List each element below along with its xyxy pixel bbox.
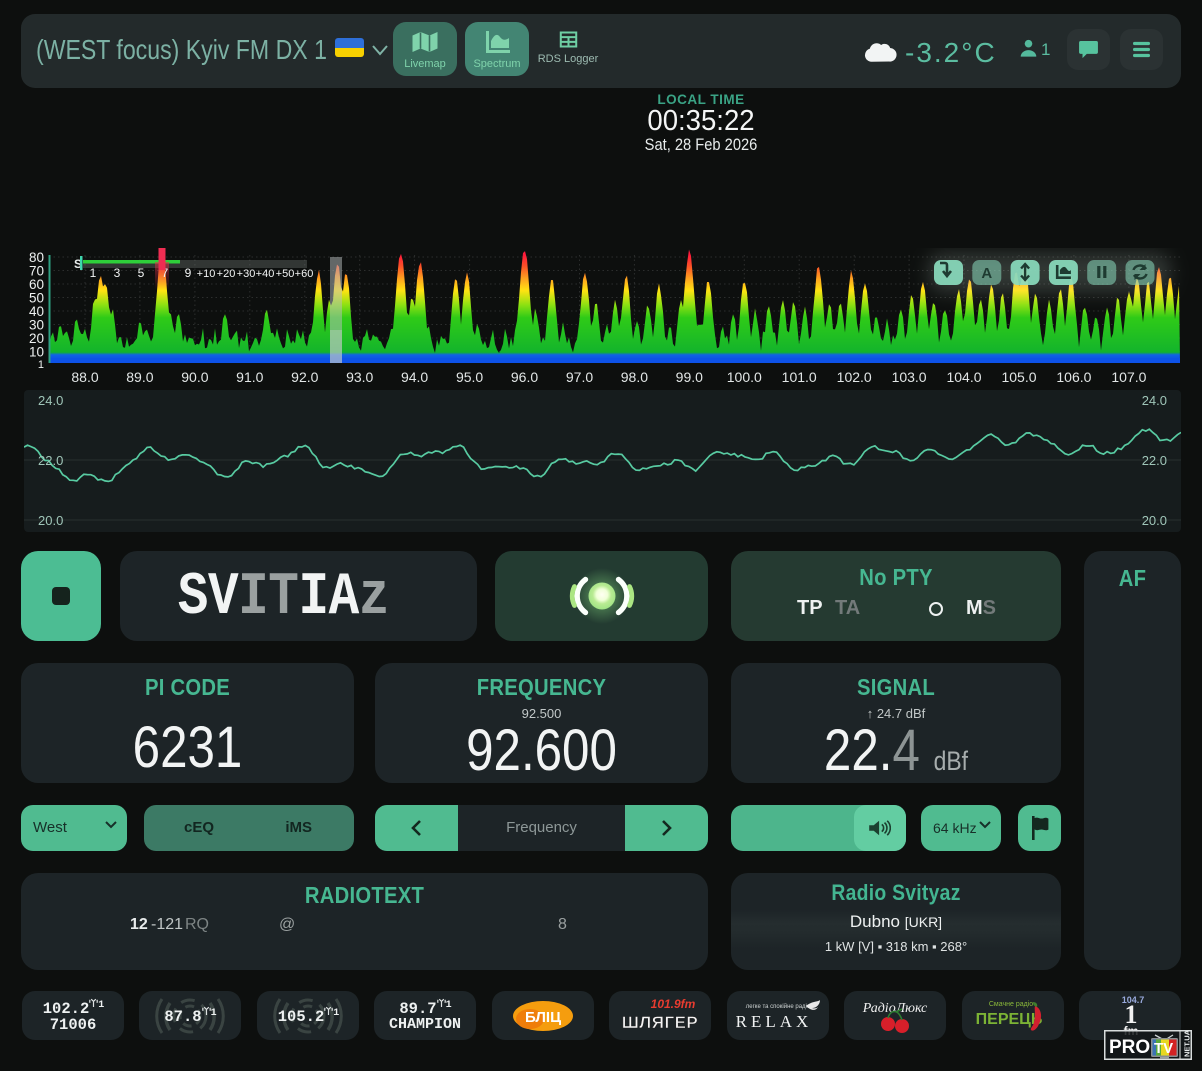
svg-text:101.0: 101.0: [782, 369, 817, 385]
svg-text:97.0: 97.0: [566, 369, 593, 385]
svg-text:RELAX: RELAX: [736, 1012, 813, 1031]
svg-text:Смачне радіо: Смачне радіо: [989, 1000, 1033, 1008]
svg-text:+30: +30: [237, 268, 256, 280]
svg-text:100.0: 100.0: [727, 369, 762, 385]
svg-text:+20: +20: [217, 268, 236, 280]
svg-text:22.0: 22.0: [1142, 453, 1167, 468]
svg-text:РадіоЛюкс: РадіоЛюкс: [862, 1001, 928, 1016]
svg-text:24.0: 24.0: [1142, 393, 1167, 408]
svg-text:96.0: 96.0: [511, 369, 538, 385]
svg-text:101.9fm: 101.9fm: [651, 997, 696, 1011]
svg-text:104.0: 104.0: [946, 369, 981, 385]
svg-text:95.0: 95.0: [456, 369, 483, 385]
svg-text:94.0: 94.0: [401, 369, 428, 385]
svg-text:NET.UA: NET.UA: [1183, 1030, 1192, 1057]
svg-text:ШЛЯГЕР: ШЛЯГЕР: [622, 1013, 699, 1032]
svg-text:88.0: 88.0: [71, 369, 98, 385]
svg-text:107.0: 107.0: [1111, 369, 1146, 385]
svg-text:A: A: [981, 265, 992, 282]
svg-text:3: 3: [114, 266, 121, 280]
svg-text:PRO: PRO: [1109, 1037, 1150, 1058]
svg-text:+40: +40: [256, 268, 275, 280]
svg-text:91.0: 91.0: [236, 369, 263, 385]
svg-text:9: 9: [185, 266, 192, 280]
svg-text:TV: TV: [1154, 1040, 1173, 1057]
svg-text:1: 1: [90, 266, 97, 280]
svg-text:1: 1: [38, 359, 44, 371]
svg-text:20.0: 20.0: [38, 513, 63, 528]
svg-text:+60: +60: [295, 268, 314, 280]
svg-text:+50: +50: [276, 268, 295, 280]
svg-text:БЛІЦ: БЛІЦ: [525, 1009, 561, 1026]
svg-text:легке та спокійне радіо: легке та спокійне радіо: [746, 1003, 811, 1010]
svg-text:ПЕРЕЦЬ: ПЕРЕЦЬ: [976, 1011, 1043, 1028]
svg-text:20.0: 20.0: [1142, 513, 1167, 528]
svg-text:103.0: 103.0: [892, 369, 927, 385]
svg-text:89.0: 89.0: [126, 369, 153, 385]
svg-text:93.0: 93.0: [346, 369, 373, 385]
svg-text:102.0: 102.0: [837, 369, 872, 385]
svg-text:+10: +10: [197, 268, 216, 280]
svg-text:24.0: 24.0: [38, 393, 63, 408]
svg-text:98.0: 98.0: [621, 369, 648, 385]
svg-text:106.0: 106.0: [1056, 369, 1091, 385]
svg-text:5: 5: [138, 266, 145, 280]
svg-text:99.0: 99.0: [676, 369, 703, 385]
svg-text:10: 10: [29, 345, 44, 360]
svg-text:22.0: 22.0: [38, 453, 63, 468]
svg-text:90.0: 90.0: [181, 369, 208, 385]
svg-text:105.0: 105.0: [1001, 369, 1036, 385]
svg-text:92.0: 92.0: [291, 369, 318, 385]
